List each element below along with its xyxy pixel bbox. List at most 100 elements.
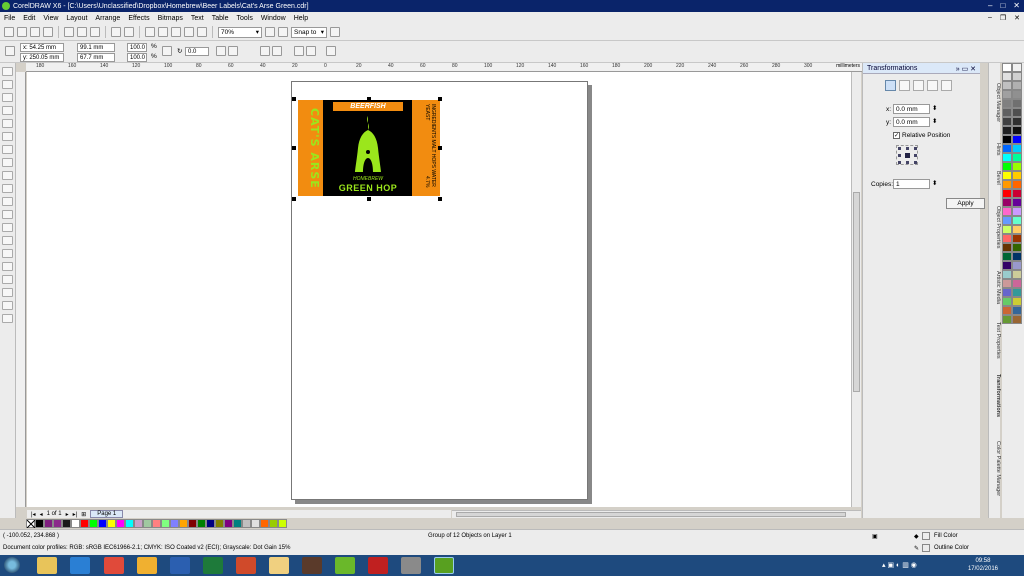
color-swatch[interactable] xyxy=(1002,252,1012,261)
color-swatch[interactable] xyxy=(125,519,134,528)
options-icon[interactable] xyxy=(330,27,340,37)
show-rulers-icon[interactable] xyxy=(278,27,288,37)
y-position-field[interactable]: y: 250.05 mm xyxy=(20,53,64,62)
color-swatch[interactable] xyxy=(1012,216,1022,225)
text-tool-icon[interactable] xyxy=(2,197,13,206)
color-swatch[interactable] xyxy=(179,519,188,528)
interactive-fill-icon[interactable] xyxy=(2,314,13,323)
color-swatch[interactable] xyxy=(1012,306,1022,315)
color-swatch[interactable] xyxy=(1002,63,1012,72)
color-swatch[interactable] xyxy=(35,519,44,528)
tab-object-properties[interactable]: Object Properties xyxy=(989,193,1001,261)
menu-item-file[interactable]: File xyxy=(4,15,15,22)
powerpoint-icon[interactable] xyxy=(236,557,256,574)
position-mode-icon[interactable] xyxy=(885,80,896,91)
x-spinner-icon[interactable]: ⬍ xyxy=(932,104,937,112)
angle-field[interactable]: 0.0 xyxy=(185,47,209,56)
scroll-thumb[interactable] xyxy=(853,192,860,392)
dimension-tool-icon[interactable] xyxy=(2,223,13,232)
color-swatch[interactable] xyxy=(1002,126,1012,135)
color-swatch[interactable] xyxy=(1002,153,1012,162)
color-swatch[interactable] xyxy=(134,519,143,528)
color-swatch[interactable] xyxy=(1002,225,1012,234)
color-swatch[interactable] xyxy=(1012,171,1022,180)
menu-item-help[interactable]: Help xyxy=(294,15,308,22)
copies-spinner-icon[interactable]: ⬍ xyxy=(932,179,937,187)
start-button-icon[interactable] xyxy=(4,557,20,573)
y-offset-field[interactable]: 0.0 mm xyxy=(893,117,930,127)
save-icon[interactable] xyxy=(30,27,40,37)
no-color-swatch[interactable] xyxy=(26,519,35,528)
scroll-thumb[interactable] xyxy=(456,512,846,517)
coreldraw-taskbar-icon[interactable] xyxy=(434,557,454,574)
doc-restore-icon[interactable]: ❐ xyxy=(1000,14,1006,22)
publish-pdf-icon[interactable] xyxy=(184,27,194,37)
scale-y-field[interactable]: 100.0 xyxy=(127,53,147,62)
minimize-icon[interactable]: – xyxy=(988,1,992,10)
color-swatch[interactable] xyxy=(161,519,170,528)
color-swatch[interactable] xyxy=(1002,144,1012,153)
color-swatch[interactable] xyxy=(1012,243,1022,252)
polygon-tool-icon[interactable] xyxy=(2,171,13,180)
anchor-dot[interactable] xyxy=(914,154,917,157)
color-swatch[interactable] xyxy=(143,519,152,528)
color-swatch[interactable] xyxy=(44,519,53,528)
color-swatch[interactable] xyxy=(53,519,62,528)
color-swatch[interactable] xyxy=(1012,108,1022,117)
file-explorer-icon[interactable] xyxy=(37,557,57,574)
tab-bevel[interactable]: Bevel xyxy=(989,165,1001,191)
color-swatch[interactable] xyxy=(71,519,80,528)
anchor-dot[interactable] xyxy=(914,147,917,150)
color-swatch[interactable] xyxy=(152,519,161,528)
tab-artistic-media[interactable]: Artistic Media xyxy=(989,263,1001,313)
tab-transformations[interactable]: Transformations xyxy=(989,367,1001,425)
import-icon[interactable] xyxy=(158,27,168,37)
break-apart-icon[interactable] xyxy=(306,46,316,56)
last-page-icon[interactable]: ▸| xyxy=(73,511,78,518)
undo-icon[interactable] xyxy=(111,27,121,37)
color-swatch[interactable] xyxy=(1002,180,1012,189)
menu-item-view[interactable]: View xyxy=(43,15,58,22)
cut-icon[interactable] xyxy=(64,27,74,37)
scale-x-field[interactable]: 100.0 xyxy=(127,43,147,52)
close-icon[interactable]: ✕ xyxy=(1013,1,1020,10)
copy-icon[interactable] xyxy=(77,27,87,37)
blend-tool-icon[interactable] xyxy=(2,249,13,258)
color-swatch[interactable] xyxy=(1002,279,1012,288)
color-swatch[interactable] xyxy=(1012,126,1022,135)
color-swatch[interactable] xyxy=(1002,108,1012,117)
color-swatch[interactable] xyxy=(1012,270,1022,279)
color-swatch[interactable] xyxy=(269,519,278,528)
y-spinner-icon[interactable]: ⬍ xyxy=(932,117,937,125)
color-swatch[interactable] xyxy=(1012,117,1022,126)
color-swatch[interactable] xyxy=(206,519,215,528)
color-swatch[interactable] xyxy=(1002,216,1012,225)
app-icon[interactable] xyxy=(335,557,355,574)
selection-handle[interactable] xyxy=(438,197,442,201)
color-swatch[interactable] xyxy=(1012,135,1022,144)
color-swatch[interactable] xyxy=(233,519,242,528)
color-swatch[interactable] xyxy=(1002,315,1012,324)
color-swatch[interactable] xyxy=(107,519,116,528)
connector-tool-icon[interactable] xyxy=(2,236,13,245)
color-swatch[interactable] xyxy=(1012,180,1022,189)
color-swatch[interactable] xyxy=(1002,117,1012,126)
menu-item-layout[interactable]: Layout xyxy=(66,15,87,22)
color-swatch[interactable] xyxy=(224,519,233,528)
page-tab[interactable]: Page 1 xyxy=(90,510,124,518)
snap-to-select[interactable]: Snap to ▾ xyxy=(291,26,327,38)
application-launcher-icon[interactable] xyxy=(197,27,207,37)
color-swatch[interactable] xyxy=(1002,99,1012,108)
prev-page-icon[interactable]: ◂ xyxy=(40,511,43,518)
color-swatch[interactable] xyxy=(1002,171,1012,180)
fill-color-icon[interactable]: ◆ xyxy=(914,533,919,540)
anchor-dot[interactable] xyxy=(898,161,901,164)
skew-mode-icon[interactable] xyxy=(941,80,952,91)
selection-handle[interactable] xyxy=(367,97,371,101)
color-swatch[interactable] xyxy=(1012,99,1022,108)
color-swatch[interactable] xyxy=(1012,63,1022,72)
menu-item-edit[interactable]: Edit xyxy=(23,15,35,22)
color-swatch[interactable] xyxy=(1012,189,1022,198)
doc-close-icon[interactable]: ✕ xyxy=(1014,14,1020,22)
combine-icon[interactable] xyxy=(294,46,304,56)
